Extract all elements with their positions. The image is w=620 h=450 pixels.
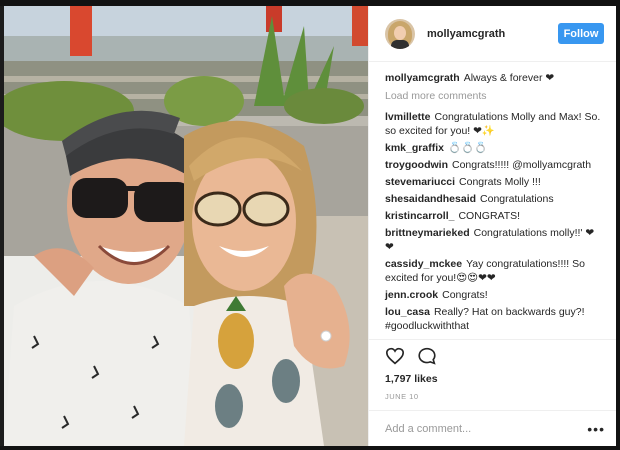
post-actions: 1,797 likes JUNE 10 xyxy=(369,339,617,401)
post-info-panel: mollyamcgrath Follow mollyamcgrath Always… xyxy=(368,6,617,446)
caption-text: Always & forever ❤ xyxy=(463,72,555,84)
comment-item: kmk_graffix 💍💍💍 xyxy=(385,141,601,155)
comment-item: jenn.crook Congrats! xyxy=(385,288,601,302)
window-edge-bottom xyxy=(0,446,620,450)
instagram-post-window: mollyamcgrath Follow mollyamcgrath Always… xyxy=(0,0,620,450)
comment-item: cassidy_mckee Yay congratulations!!!! So … xyxy=(385,257,601,285)
comment-text: Congrats!!!!! @mollyamcgrath xyxy=(452,159,592,171)
comment-username[interactable]: lvmillette xyxy=(385,111,431,123)
comment-username[interactable]: shesaidandhesaid xyxy=(385,193,476,205)
avatar[interactable] xyxy=(385,18,415,49)
comment-item: shesaidandhesaid Congratulations xyxy=(385,192,601,206)
comment-item: lou_casa Really? Hat on backwards guy?! #… xyxy=(385,305,601,333)
add-comment-bar: ••• xyxy=(369,410,617,446)
comment-icon[interactable] xyxy=(417,347,437,365)
comment-item: kristincarroll_ CONGRATS! xyxy=(385,209,601,223)
window-edge-right xyxy=(616,0,620,450)
post-caption: mollyamcgrath Always & forever ❤ xyxy=(385,71,601,85)
comment-item: troygoodwin Congrats!!!!! @mollyamcgrath xyxy=(385,158,601,172)
comment-text: 💍💍💍 xyxy=(447,142,488,154)
comments-list[interactable]: mollyamcgrath Always & forever ❤ Load mor… xyxy=(369,63,617,338)
more-options-icon[interactable]: ••• xyxy=(587,422,605,436)
action-icons xyxy=(385,340,601,372)
comment-item: stevemariucci Congrats Molly !!! xyxy=(385,175,601,189)
follow-button[interactable]: Follow xyxy=(558,23,604,44)
comment-text: CONGRATS! xyxy=(458,210,521,222)
comment-username[interactable]: stevemariucci xyxy=(385,176,455,188)
likes-count[interactable]: 1,797 likes xyxy=(385,372,601,386)
comment-username[interactable]: lou_casa xyxy=(385,306,430,318)
post-photo-illustration xyxy=(4,6,368,446)
comment-text: Congratulations xyxy=(480,193,554,205)
comment-username[interactable]: kmk_graffix xyxy=(385,142,444,154)
caption-username[interactable]: mollyamcgrath xyxy=(385,72,460,84)
comment-item: lvmillette Congratulations Molly and Max!… xyxy=(385,110,601,138)
comment-username[interactable]: brittneymarieked xyxy=(385,227,470,239)
post-username[interactable]: mollyamcgrath xyxy=(427,28,558,40)
add-comment-input[interactable] xyxy=(385,422,588,435)
comment-item: brittneymarieked Congratulations molly!!'… xyxy=(385,226,601,254)
comment-username[interactable]: cassidy_mckee xyxy=(385,258,462,270)
post-date: JUNE 10 xyxy=(385,392,419,401)
comment-username[interactable]: troygoodwin xyxy=(385,159,448,171)
heart-icon[interactable] xyxy=(385,347,405,365)
load-more-comments-link[interactable]: Load more comments xyxy=(385,89,601,103)
comment-text: Congrats Molly !!! xyxy=(459,176,541,188)
comment-username[interactable]: jenn.crook xyxy=(385,289,438,301)
post-photo[interactable] xyxy=(4,6,368,446)
post-header: mollyamcgrath Follow xyxy=(369,6,616,62)
comment-text: Congrats! xyxy=(442,289,488,301)
comment-username[interactable]: kristincarroll_ xyxy=(385,210,454,222)
